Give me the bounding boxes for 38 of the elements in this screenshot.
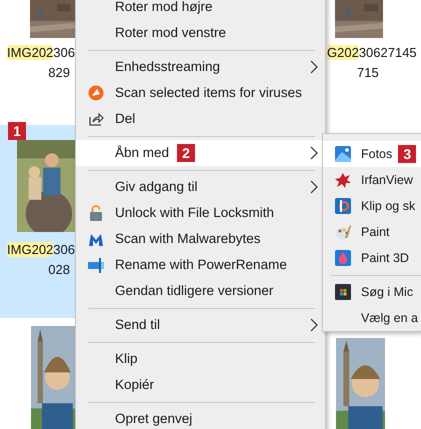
menu-item[interactable]: Scan with Malwarebytes: [76, 226, 325, 252]
menu-item[interactable]: Gendan tidligere versioner: [76, 278, 325, 304]
number-marker: 2: [177, 144, 196, 162]
share-icon: [88, 111, 104, 127]
rename-icon: [88, 257, 104, 273]
menu-item[interactable]: Søg i Mic: [323, 279, 421, 305]
file-name: 028: [47, 261, 71, 279]
photos-icon: [335, 146, 351, 162]
file-name: 829: [47, 64, 71, 82]
menu-item[interactable]: Rename with PowerRename: [76, 252, 325, 278]
file-tile[interactable]: G20230627145 715: [322, 0, 421, 85]
paint-3d-icon: [335, 250, 351, 266]
menu-item[interactable]: Paint 3D: [323, 245, 421, 271]
number-marker: 3: [398, 145, 416, 163]
menu-item[interactable]: Klip: [76, 346, 325, 372]
menu-item[interactable]: IrfanView: [323, 167, 421, 193]
menu-item[interactable]: Fotos 3: [323, 141, 421, 167]
file-name: G20230627145: [327, 44, 418, 62]
menu-item[interactable]: Paint: [323, 219, 421, 245]
splat-icon: [335, 172, 351, 188]
menu-item[interactable]: Vælg en a: [323, 305, 421, 331]
menu-item[interactable]: Giv adgang til: [76, 174, 325, 200]
menu-item[interactable]: Kopiér: [76, 372, 325, 398]
menu-item[interactable]: Unlock with File Locksmith: [76, 200, 325, 226]
scan-icon: [88, 85, 104, 101]
file-name: IMG202306: [6, 241, 75, 259]
menu-item[interactable]: Opret genvej: [76, 406, 325, 429]
menu-item[interactable]: Åbn med 2: [76, 140, 325, 166]
file-name: 715: [356, 64, 380, 82]
menu-item[interactable]: Del: [76, 106, 325, 132]
lock-icon: [88, 205, 104, 221]
file-name: IMG202306: [6, 44, 75, 62]
palette-icon: [335, 224, 351, 240]
menu-item[interactable]: Klip og sk: [323, 193, 421, 219]
snipping-icon: [335, 198, 351, 214]
store-icon: [335, 284, 351, 300]
number-marker: 1: [8, 122, 26, 140]
menu-item[interactable]: Send til: [76, 312, 325, 338]
